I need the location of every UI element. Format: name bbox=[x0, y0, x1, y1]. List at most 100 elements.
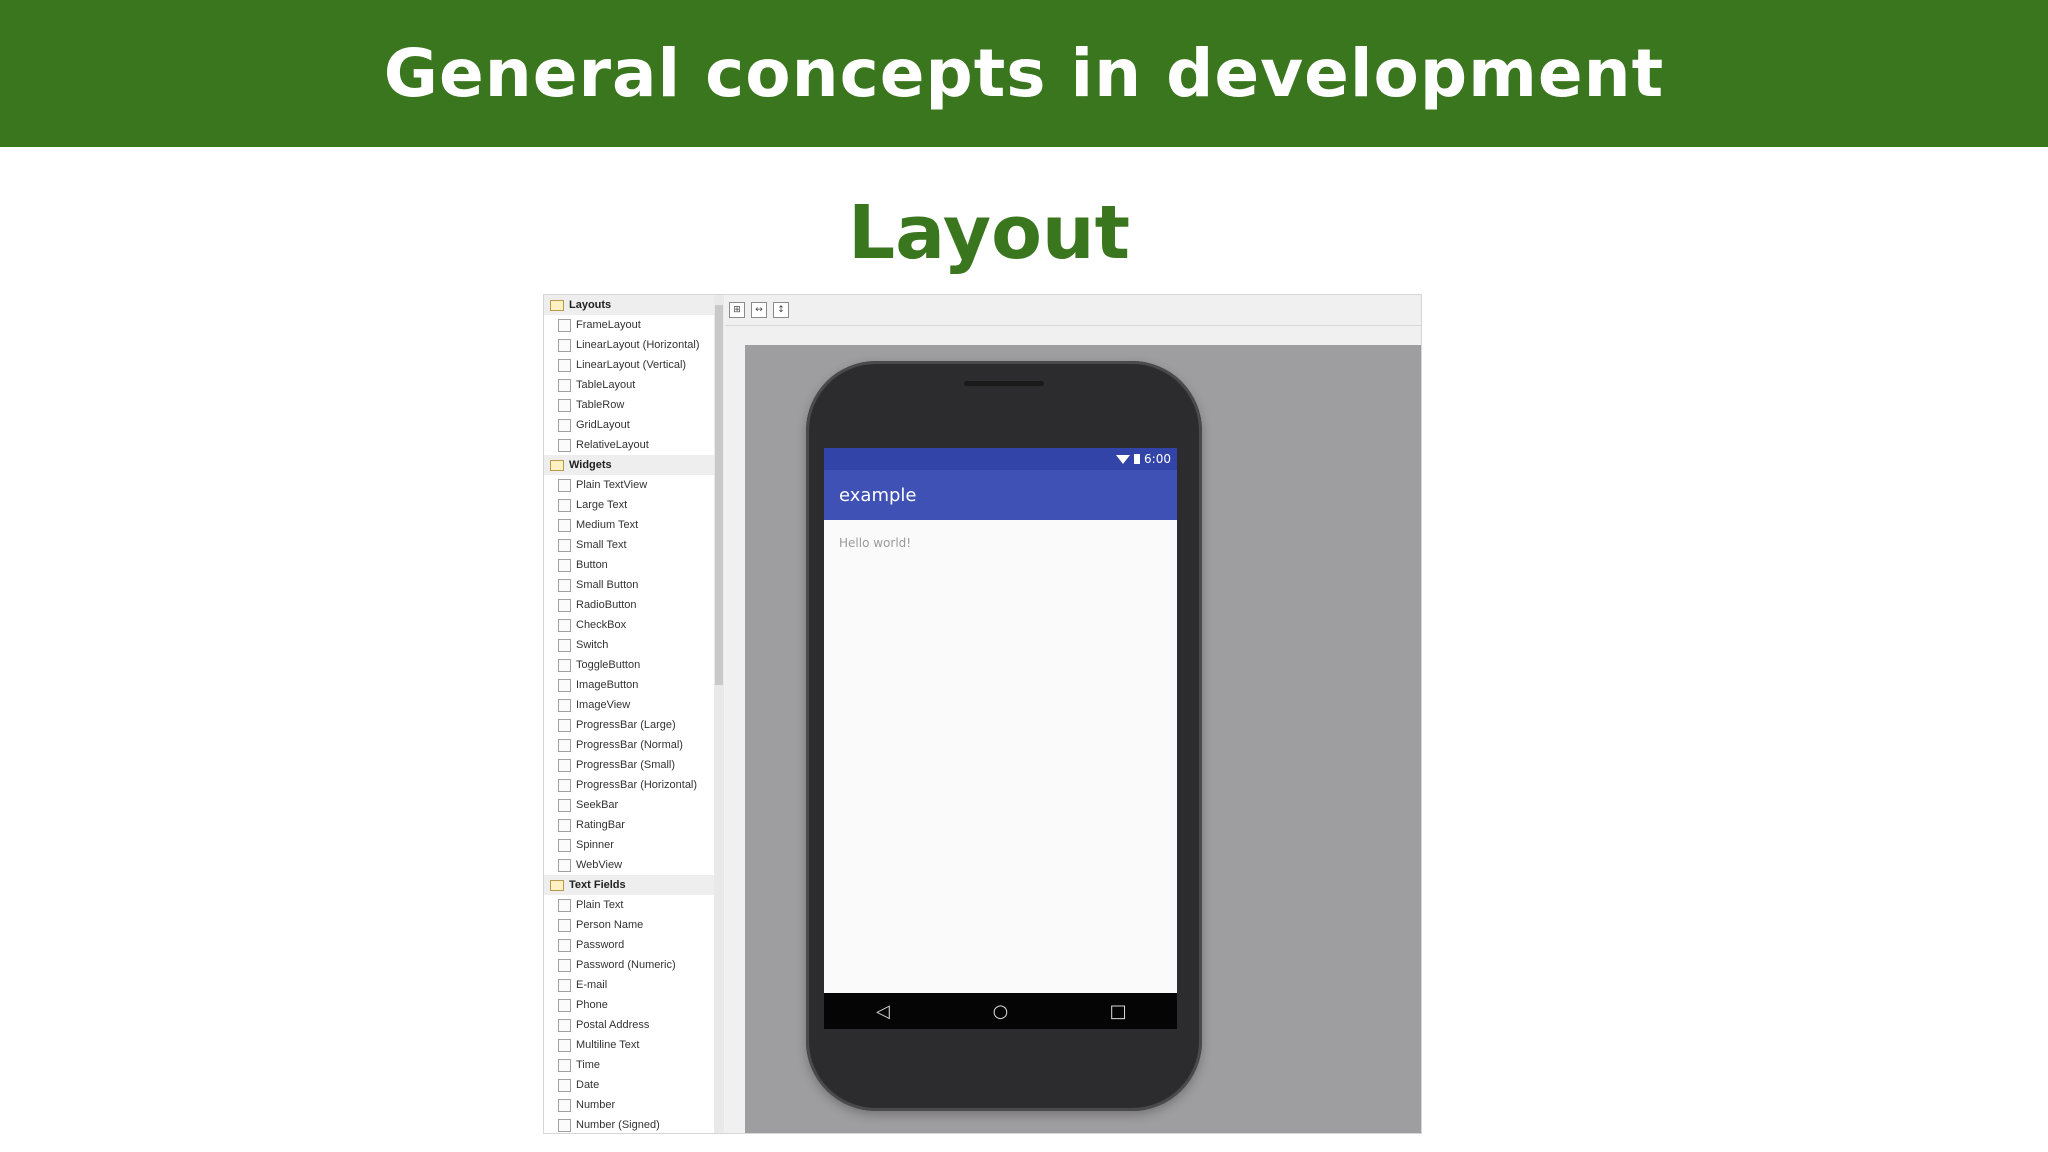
palette-item-label: LinearLayout (Horizontal) bbox=[576, 339, 700, 351]
editor-toolbar: ⊞ ↔ ↕ bbox=[725, 295, 1421, 326]
palette-item[interactable]: Plain TextView bbox=[544, 475, 714, 495]
image-button-icon bbox=[558, 678, 571, 692]
palette-item[interactable]: Large Text bbox=[544, 495, 714, 515]
palette-item[interactable]: Small Button bbox=[544, 575, 714, 595]
palette-panel: Layouts FrameLayout LinearLayout (Horizont… bbox=[544, 295, 715, 1133]
palette-item-label: Large Text bbox=[576, 499, 628, 511]
palette-item[interactable]: Number (Signed) bbox=[544, 1115, 714, 1133]
textview-icon bbox=[558, 498, 571, 512]
palette-item[interactable]: SeekBar bbox=[544, 795, 714, 815]
palette-item[interactable]: Postal Address bbox=[544, 1015, 714, 1035]
palette-item[interactable]: Person Name bbox=[544, 915, 714, 935]
rating-bar-icon bbox=[558, 818, 571, 832]
text-field-icon bbox=[558, 1038, 571, 1052]
back-icon[interactable]: ◁ bbox=[863, 1001, 903, 1022]
palette-item[interactable]: ImageView bbox=[544, 695, 714, 715]
palette-item[interactable]: ProgressBar (Normal) bbox=[544, 735, 714, 755]
palette-item[interactable]: E-mail bbox=[544, 975, 714, 995]
design-canvas[interactable]: 6:00 example Hello world! ◁ ○ □ bbox=[745, 345, 1421, 1133]
palette-item-label: RelativeLayout bbox=[576, 439, 649, 451]
battery-icon bbox=[1134, 454, 1141, 464]
palette-item[interactable]: Phone bbox=[544, 995, 714, 1015]
folder-icon bbox=[550, 459, 564, 471]
text-field-icon bbox=[558, 998, 571, 1012]
fit-height-icon[interactable]: ↕ bbox=[773, 302, 789, 318]
palette-item[interactable]: ProgressBar (Small) bbox=[544, 755, 714, 775]
palette-item[interactable]: RelativeLayout bbox=[544, 435, 714, 455]
webview-icon bbox=[558, 858, 571, 872]
home-icon[interactable]: ○ bbox=[980, 1001, 1020, 1022]
palette-item[interactable]: Date bbox=[544, 1075, 714, 1095]
fit-width-icon[interactable]: ↔ bbox=[751, 302, 767, 318]
switch-icon bbox=[558, 638, 571, 652]
palette-item-label: Time bbox=[576, 1059, 601, 1071]
linear-layout-horizontal-icon bbox=[558, 338, 571, 352]
progress-bar-icon bbox=[558, 718, 571, 732]
palette-item[interactable]: Password (Numeric) bbox=[544, 955, 714, 975]
palette-scrollbar-thumb[interactable] bbox=[715, 305, 723, 685]
palette-item[interactable]: TableRow bbox=[544, 395, 714, 415]
toggle-button-icon bbox=[558, 658, 571, 672]
status-bar: 6:00 bbox=[824, 448, 1177, 470]
table-row-icon bbox=[558, 398, 571, 412]
slide-subtitle-container: Layout bbox=[0, 190, 2048, 276]
palette-item[interactable]: GridLayout bbox=[544, 415, 714, 435]
palette-item[interactable]: Plain Text bbox=[544, 895, 714, 915]
palette-item-label: Button bbox=[576, 559, 608, 571]
palette-item[interactable]: Number bbox=[544, 1095, 714, 1115]
palette-item[interactable]: ImageButton bbox=[544, 675, 714, 695]
palette-item[interactable]: Switch bbox=[544, 635, 714, 655]
palette-category[interactable]: Text Fields bbox=[544, 875, 714, 895]
palette-item[interactable]: WebView bbox=[544, 855, 714, 875]
palette-scrollbar[interactable] bbox=[714, 295, 724, 1133]
palette-item-label: Medium Text bbox=[576, 519, 639, 531]
button-icon bbox=[558, 578, 571, 592]
device-screen[interactable]: 6:00 example Hello world! ◁ ○ □ bbox=[824, 448, 1177, 1029]
linear-layout-vertical-icon bbox=[558, 358, 571, 372]
checkbox-icon bbox=[558, 618, 571, 632]
recents-icon[interactable]: □ bbox=[1098, 1001, 1138, 1022]
hello-textview[interactable]: Hello world! bbox=[839, 536, 911, 550]
palette-item[interactable]: Medium Text bbox=[544, 515, 714, 535]
palette-item-label: SeekBar bbox=[576, 799, 619, 811]
palette-item[interactable]: LinearLayout (Vertical) bbox=[544, 355, 714, 375]
textview-icon bbox=[558, 478, 571, 492]
palette-item[interactable]: TableLayout bbox=[544, 375, 714, 395]
palette-item[interactable]: ProgressBar (Large) bbox=[544, 715, 714, 735]
palette-item-label: ProgressBar (Normal) bbox=[576, 739, 683, 751]
palette-item[interactable]: CheckBox bbox=[544, 615, 714, 635]
palette-item[interactable]: Time bbox=[544, 1055, 714, 1075]
palette-category[interactable]: Layouts bbox=[544, 295, 714, 315]
palette-item[interactable]: Small Text bbox=[544, 535, 714, 555]
palette-item[interactable]: FrameLayout bbox=[544, 315, 714, 335]
palette-item[interactable]: RadioButton bbox=[544, 595, 714, 615]
palette-item[interactable]: RatingBar bbox=[544, 815, 714, 835]
palette-item-label: Layouts bbox=[569, 299, 612, 311]
palette-item[interactable]: ProgressBar (Horizontal) bbox=[544, 775, 714, 795]
palette-item[interactable]: Multiline Text bbox=[544, 1035, 714, 1055]
layout-editor: ⊞ ↔ ↕ 6:00 example Hello world! ◁ ○ □ bbox=[725, 295, 1421, 1133]
text-field-icon bbox=[558, 1058, 571, 1072]
palette-item[interactable]: Spinner bbox=[544, 835, 714, 855]
palette-item[interactable]: Password bbox=[544, 935, 714, 955]
palette-item-label: Postal Address bbox=[576, 1019, 650, 1031]
frame-layout-icon bbox=[558, 318, 571, 332]
header-bar: General concepts in development bbox=[0, 0, 2048, 147]
palette-item-label: Password (Numeric) bbox=[576, 959, 676, 971]
app-bar[interactable]: example bbox=[824, 470, 1177, 520]
palette-item[interactable]: Button bbox=[544, 555, 714, 575]
text-field-icon bbox=[558, 1098, 571, 1112]
palette-item-label: Multiline Text bbox=[576, 1039, 640, 1051]
palette-item-label: Number (Signed) bbox=[576, 1119, 660, 1131]
palette-item[interactable]: LinearLayout (Horizontal) bbox=[544, 335, 714, 355]
palette-category[interactable]: Widgets bbox=[544, 455, 714, 475]
palette-item-label: Spinner bbox=[576, 839, 614, 851]
palette-item-label: Plain Text bbox=[576, 899, 624, 911]
palette-item[interactable]: ToggleButton bbox=[544, 655, 714, 675]
zoom-fit-icon[interactable]: ⊞ bbox=[729, 302, 745, 318]
palette-item-label: Text Fields bbox=[569, 879, 626, 891]
image-view-icon bbox=[558, 698, 571, 712]
palette-item-label: Widgets bbox=[569, 459, 612, 471]
progress-bar-icon bbox=[558, 758, 571, 772]
text-field-icon bbox=[558, 918, 571, 932]
